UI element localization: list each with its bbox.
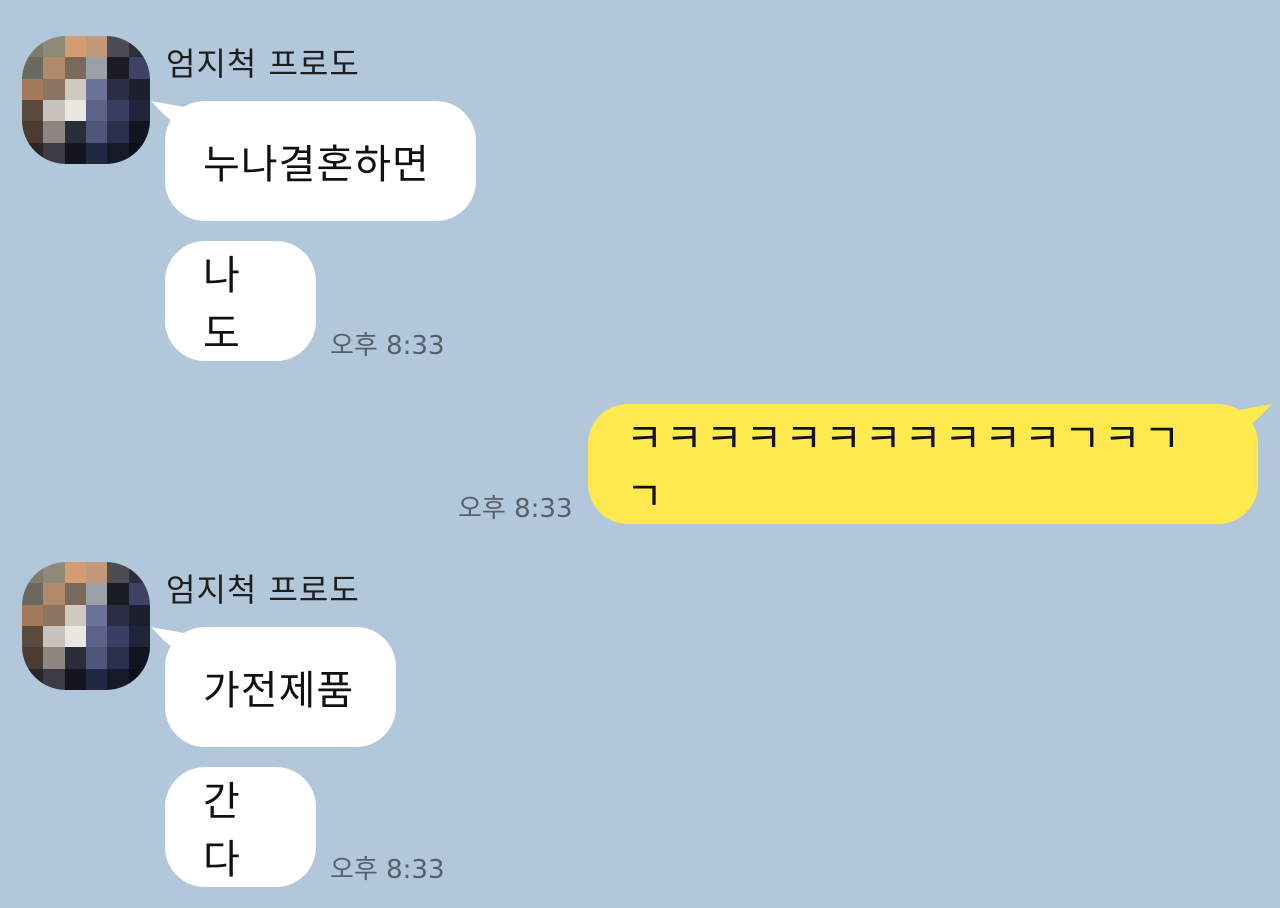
profile-avatar[interactable] xyxy=(22,562,150,690)
chat-room: 엄지척 프로도 누나결혼하면 나도 오후 8:33 오후 8:33 ㅋㅋㅋㅋㅋㅋ… xyxy=(0,0,1280,908)
my-message-bubble[interactable]: ㅋㅋㅋㅋㅋㅋㅋㅋㅋㅋㅋㄱㅋㄱㄱ xyxy=(588,404,1258,524)
message-bubble[interactable]: 가전제품 xyxy=(165,627,396,747)
message-bubble[interactable]: 나도 xyxy=(165,241,316,361)
profile-avatar[interactable] xyxy=(22,36,150,164)
sender-name: 엄지척 프로도 xyxy=(166,45,360,83)
message-timestamp: 오후 8:33 xyxy=(330,331,445,361)
message-timestamp: 오후 8:33 xyxy=(458,494,573,524)
message-bubble[interactable]: 간다 xyxy=(165,767,316,887)
sender-name: 엄지척 프로도 xyxy=(166,571,360,609)
message-timestamp: 오후 8:33 xyxy=(330,855,445,885)
message-bubble[interactable]: 누나결혼하면 xyxy=(165,101,476,221)
